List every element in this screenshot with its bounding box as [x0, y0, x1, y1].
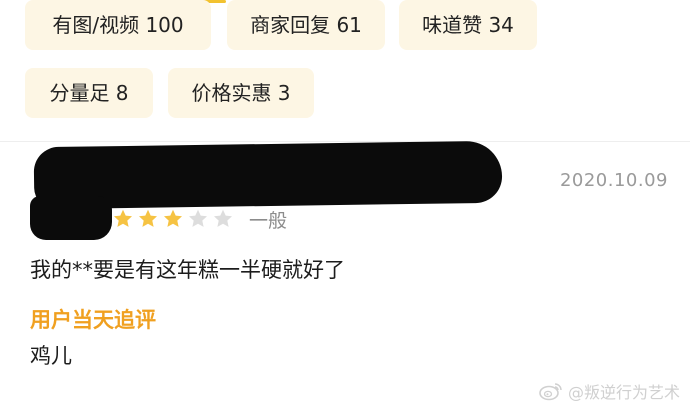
- watermark: @叛逆行为艺术: [538, 379, 680, 403]
- filter-tag-label: 味道赞 34: [422, 13, 514, 37]
- star-empty-icon: [187, 208, 209, 230]
- filter-tag-label: 分量足 8: [49, 81, 129, 105]
- filter-tag-label: 商家回复 61: [250, 13, 362, 37]
- filter-tag-good-taste[interactable]: 味道赞 34: [399, 0, 537, 50]
- star-filled-icon: [112, 208, 134, 230]
- filter-tag-merchant-reply[interactable]: 商家回复 61: [227, 0, 385, 50]
- followup-text: 鸡儿: [30, 344, 72, 368]
- weibo-icon: [538, 381, 564, 401]
- rating-label: 一般: [249, 209, 288, 232]
- star-filled-icon: [137, 208, 159, 230]
- filter-tag-label: 有图/视频 100: [52, 13, 184, 37]
- filter-tag-photos-videos[interactable]: 有图/视频 100: [25, 0, 211, 50]
- star-filled-icon: [162, 208, 184, 230]
- review-date: 2020.10.09: [559, 170, 668, 191]
- star-empty-icon: [212, 208, 234, 230]
- section-divider: [0, 141, 690, 142]
- review-text: 我的**要是有这年糕一半硬就好了: [30, 258, 345, 282]
- filter-tag-large-portion[interactable]: 分量足 8: [25, 68, 153, 118]
- followup-label: 用户当天追评: [30, 308, 156, 332]
- star-rating: 一般: [112, 206, 287, 232]
- redacted-avatar: [30, 196, 112, 240]
- watermark-text: @叛逆行为艺术: [567, 383, 680, 402]
- filter-tag-good-value[interactable]: 价格实惠 3: [168, 68, 314, 118]
- filter-tag-label: 价格实惠 3: [191, 81, 291, 105]
- review-page: 有图/视频 100 商家回复 61 味道赞 34 分量足 8 价格实惠 3 20…: [0, 0, 690, 411]
